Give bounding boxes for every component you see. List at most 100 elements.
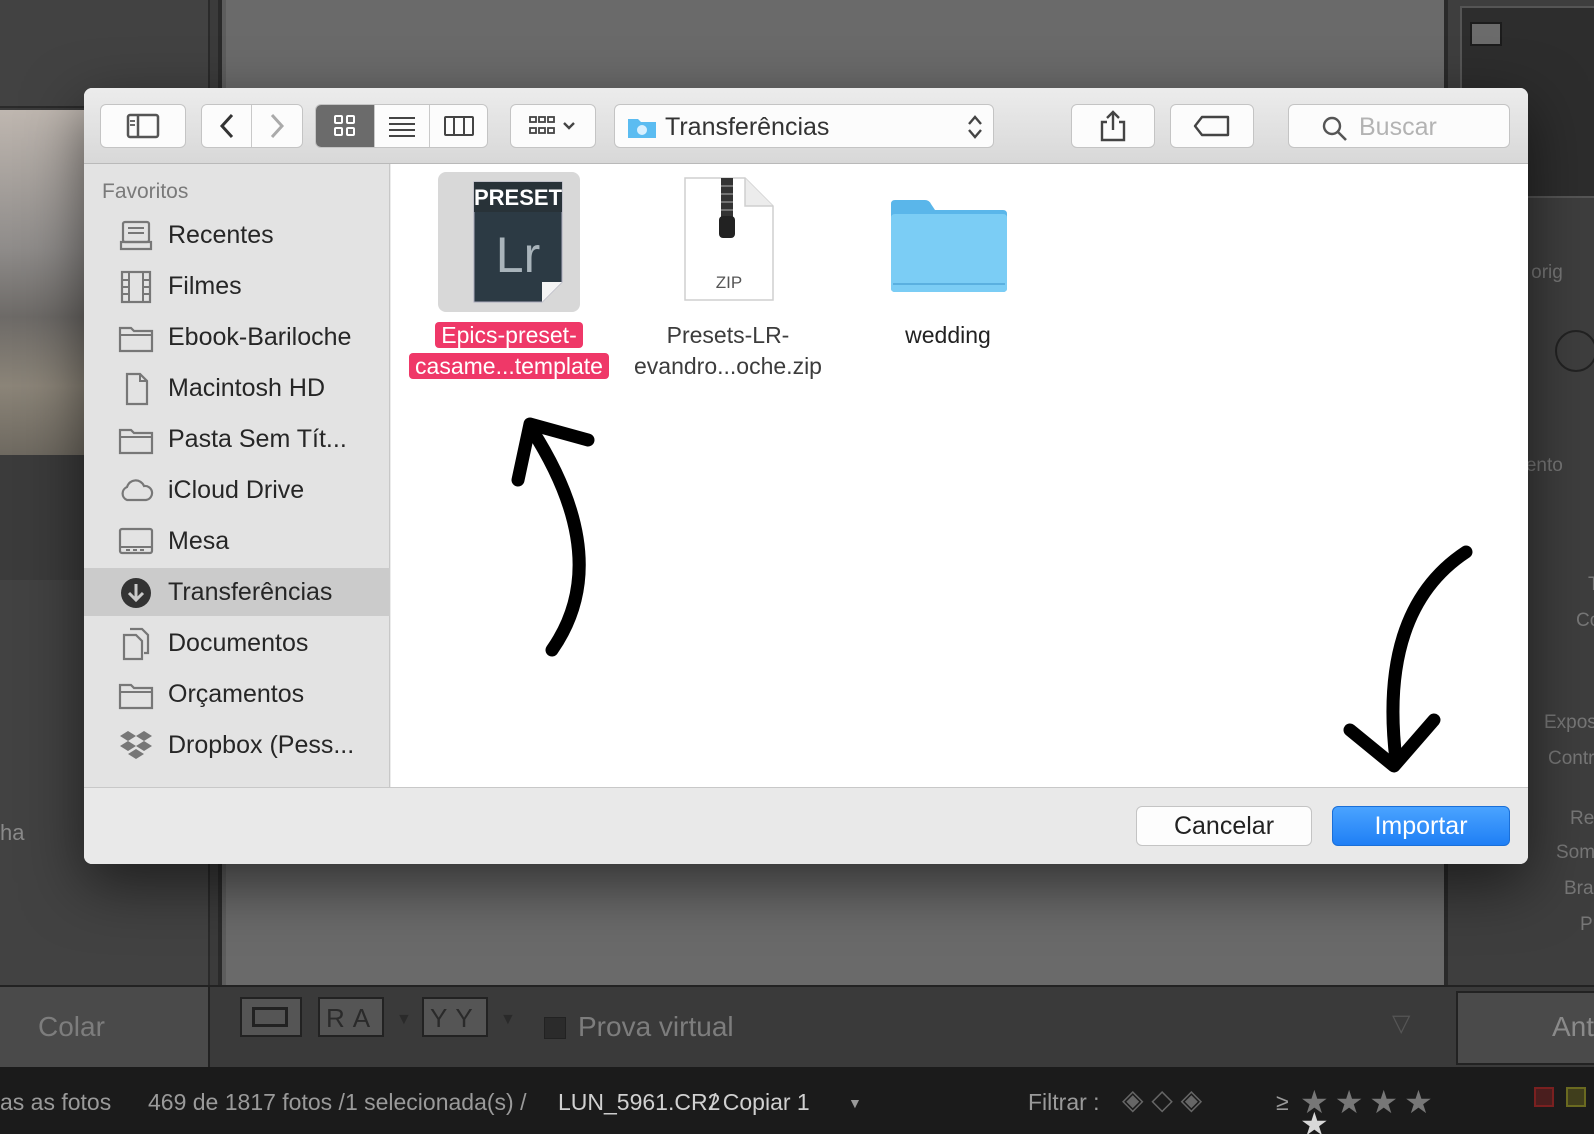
- file-icon-wrap: ZIP: [657, 172, 799, 312]
- back-button[interactable]: [202, 105, 252, 147]
- desktop-icon: [118, 527, 154, 555]
- cancel-button[interactable]: Cancelar: [1136, 806, 1312, 846]
- color-label-yellow-icon[interactable]: [1566, 1087, 1586, 1107]
- dropbox-icon: [120, 731, 152, 759]
- sidebar-item-filmes[interactable]: Filmes: [84, 262, 390, 310]
- sidebar-item-macintosh-hd[interactable]: Macintosh HD: [84, 364, 390, 412]
- develop-toolbar: Colar RA ▼ YY ▼ Prova virtual ▽ Ant: [0, 985, 1594, 1069]
- flag-filter-icons[interactable]: ◈ ◇ ◈: [1122, 1083, 1202, 1116]
- tool-circle-icon[interactable]: [1555, 330, 1594, 372]
- import-button[interactable]: Importar: [1332, 806, 1510, 846]
- file-name: Presets-LR- evandro...oche.zip: [623, 320, 833, 382]
- document-icon: [125, 372, 149, 406]
- soft-proof-checkbox[interactable]: [544, 1017, 566, 1039]
- sidebar-item-label: Ebook-Bariloche: [168, 323, 352, 351]
- sidebar-item-pasta-sem-titulo[interactable]: Pasta Sem Tít...: [84, 415, 390, 463]
- downloads-folder-icon: [628, 119, 656, 138]
- search-field[interactable]: Buscar: [1288, 104, 1510, 148]
- navigation-segment: [201, 104, 303, 148]
- documents-icon: [122, 627, 150, 661]
- before-after-yy-button[interactable]: YY: [422, 997, 488, 1037]
- cloud-icon: [121, 479, 154, 502]
- right-label: Rea: [1570, 808, 1594, 829]
- before-after-ra-button[interactable]: RA: [318, 997, 384, 1037]
- film-icon: [120, 270, 152, 304]
- chevron-down-icon[interactable]: ▼: [396, 1011, 412, 1029]
- sidebar-header: Favoritos: [102, 180, 189, 203]
- chevron-right-icon: [270, 113, 285, 139]
- rating-filter-stars[interactable]: ★ ★★★★: [1300, 1083, 1439, 1134]
- paste-label: Colar: [38, 1011, 105, 1042]
- sidebar-item-transferencias[interactable]: Transferências: [84, 568, 390, 616]
- paste-button[interactable]: [0, 987, 210, 1069]
- sidebar-item-label: Pasta Sem Tít...: [168, 425, 347, 453]
- group-by-button[interactable]: [510, 104, 596, 148]
- sidebar-item-label: Mesa: [168, 527, 230, 555]
- column-view-button[interactable]: [430, 105, 487, 147]
- sidebar-item-mesa[interactable]: Mesa: [84, 517, 390, 565]
- sidebar-item-label: Orçamentos: [168, 680, 305, 708]
- file-name-line1: Epics-preset-: [435, 322, 583, 348]
- right-label: Contr: [1548, 748, 1594, 769]
- updown-chevron-icon: [968, 115, 982, 139]
- right-label: T: [1588, 574, 1594, 595]
- import-dialog: Transferências Buscar Favoritos Recentes…: [84, 88, 1528, 864]
- clipping-indicator-icon[interactable]: [1470, 22, 1502, 46]
- list-view-button[interactable]: [375, 105, 430, 147]
- ra-label: RA: [326, 1003, 379, 1033]
- file-icon-selection: PRESET Lr: [438, 172, 580, 312]
- right-label: Bra: [1564, 878, 1594, 899]
- file-item-preset[interactable]: PRESET Lr Epics-preset- casame...templat…: [401, 172, 617, 382]
- lightroom-preset-icon: PRESET Lr: [473, 181, 563, 303]
- chevron-down-icon[interactable]: ▼: [848, 1095, 862, 1111]
- file-name-line2: casame...template: [409, 353, 609, 379]
- tag-button[interactable]: [1170, 104, 1254, 148]
- sidebar-item-ebook-bariloche[interactable]: Ebook-Bariloche: [84, 313, 390, 361]
- sidebar-item-dropbox[interactable]: Dropbox (Pess...: [84, 721, 390, 769]
- folder-icon: [118, 428, 154, 455]
- toolbar-menu-icon[interactable]: ▽: [1392, 1009, 1410, 1038]
- loupe-view-button[interactable]: [240, 997, 302, 1037]
- chevron-down-icon[interactable]: ▼: [500, 1011, 516, 1029]
- file-name-line2: evandro...oche.zip: [634, 353, 822, 379]
- right-label: Co: [1576, 610, 1594, 631]
- recents-icon: [119, 220, 153, 251]
- filmstrip-status-bar: as as fotos 469 de 1817 fotos /1 selecio…: [0, 1067, 1594, 1134]
- sidebar-item-label: iCloud Drive: [168, 476, 305, 504]
- color-label-red-icon[interactable]: [1534, 1087, 1554, 1107]
- zip-badge: ZIP: [716, 273, 742, 292]
- tag-icon: [1193, 115, 1230, 137]
- file-item-zip[interactable]: ZIP Presets-LR- evandro...oche.zip: [623, 172, 833, 382]
- columns-icon: [443, 116, 474, 136]
- downloads-icon: [121, 578, 151, 608]
- file-name-line1: Presets-LR-: [666, 322, 790, 348]
- search-placeholder: Buscar: [1359, 113, 1437, 141]
- right-label: Pr: [1580, 914, 1594, 935]
- preset-badge: PRESET: [474, 185, 563, 210]
- location-popup[interactable]: Transferências: [614, 104, 994, 148]
- photo-thumbnail: [0, 110, 84, 455]
- folder-icon: [118, 683, 154, 710]
- icon-view-button[interactable]: [316, 105, 375, 147]
- all-photos-label[interactable]: as as fotos: [0, 1089, 111, 1116]
- filter-label: Filtrar :: [1028, 1089, 1100, 1115]
- previous-label: Ant: [1552, 1011, 1594, 1042]
- folder-icon: [891, 200, 1007, 292]
- forward-button[interactable]: [252, 105, 302, 147]
- sidebar-item-label: Recentes: [168, 221, 274, 249]
- folder-item-wedding[interactable]: wedding: [843, 172, 1053, 351]
- dialog-toolbar: Transferências Buscar: [84, 88, 1528, 164]
- grid-icon: [334, 115, 355, 136]
- folder-icon: [118, 326, 154, 353]
- soft-proof-label: Prova virtual: [578, 1011, 734, 1042]
- copy-label: / Copiar 1: [710, 1089, 810, 1115]
- chevron-left-icon: [219, 113, 233, 139]
- sidebar-toggle-button[interactable]: [100, 104, 186, 148]
- sidebar-item-orcamentos[interactable]: Orçamentos: [84, 670, 390, 718]
- view-mode-segment: [315, 104, 488, 148]
- sidebar-item-recentes[interactable]: Recentes: [84, 211, 390, 259]
- sidebar-item-icloud-drive[interactable]: iCloud Drive: [84, 466, 390, 514]
- share-button[interactable]: [1071, 104, 1155, 148]
- sidebar-item-documentos[interactable]: Documentos: [84, 619, 390, 667]
- location-label: Transferências: [665, 113, 830, 141]
